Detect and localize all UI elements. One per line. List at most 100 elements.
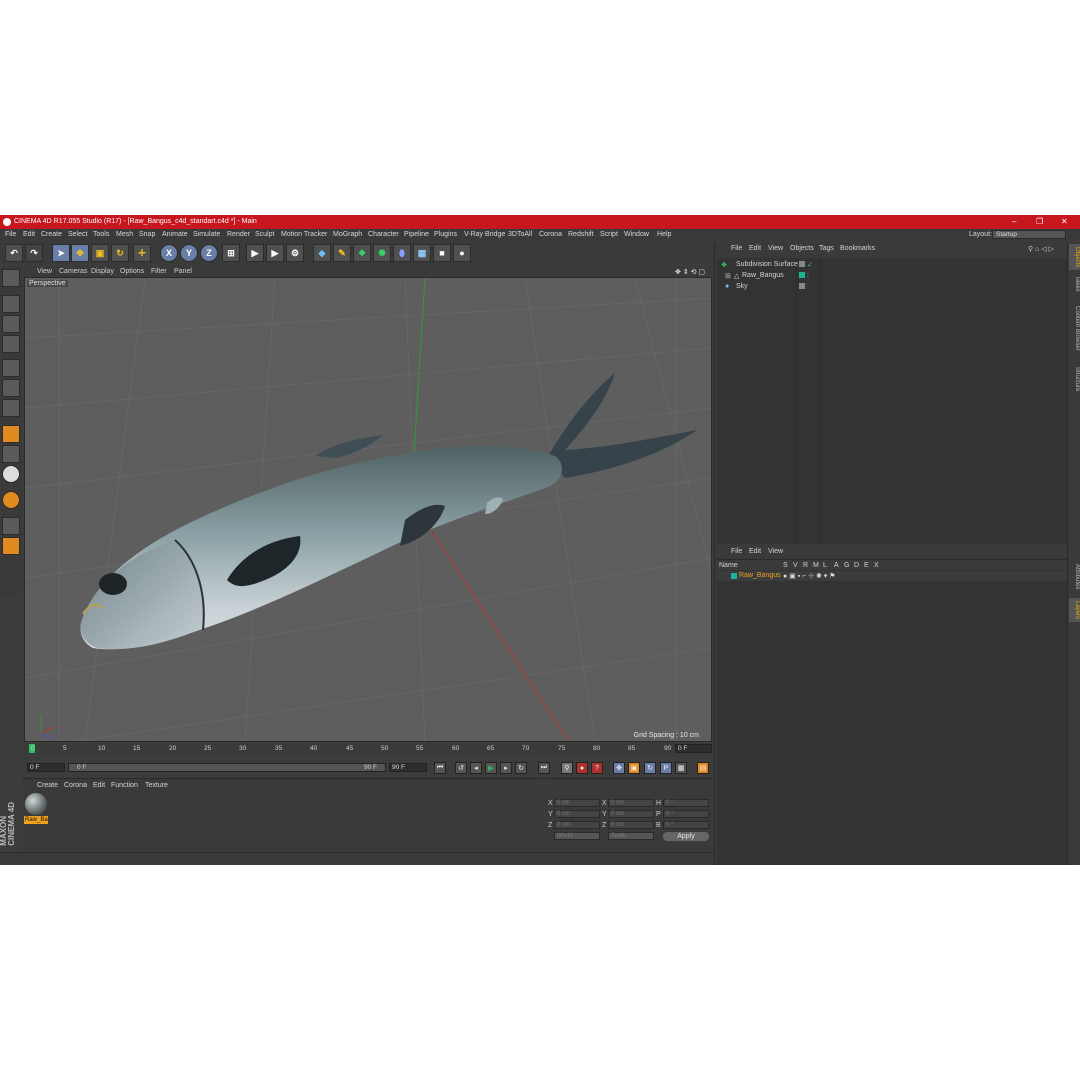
goto-start-icon[interactable]: ⏮ (434, 762, 446, 774)
tab-attributes[interactable]: Attributes (1069, 560, 1080, 594)
cube-primitive-icon[interactable]: ◆ (313, 244, 331, 262)
om-menu-view[interactable]: View (768, 245, 783, 252)
object-row-sky[interactable]: ● Sky : (717, 281, 1068, 292)
vp-menu-panel[interactable]: Panel (174, 268, 192, 275)
prev-frame-icon[interactable]: ◂ (470, 762, 482, 774)
tab-objects[interactable]: Objects (1069, 244, 1080, 270)
expand-toggle-icon[interactable]: ⊞ (725, 272, 731, 280)
menu-render[interactable]: Render (227, 231, 250, 238)
menu-corona[interactable]: Corona (539, 231, 562, 238)
select-tool-icon[interactable]: ➤ (52, 244, 70, 262)
om-menu-edit[interactable]: Edit (749, 245, 761, 252)
render-view-icon[interactable]: ▶ (246, 244, 264, 262)
vp-menu-view[interactable]: View (37, 268, 52, 275)
vp-menu-display[interactable]: Display (91, 268, 114, 275)
polygons-mode-icon[interactable] (2, 399, 20, 417)
menu-window[interactable]: Window (624, 231, 649, 238)
layer-color-swatch[interactable] (731, 573, 737, 579)
coord-rot-h-field[interactable]: 0 ° (663, 799, 709, 807)
coordinate-system-icon[interactable]: ⊞ (222, 244, 240, 262)
menu-vray-bridge[interactable]: V-Ray Bridge (464, 231, 505, 238)
perspective-viewport[interactable]: Perspective Grid Spacing : 10 cm (24, 277, 712, 742)
menu-tools[interactable]: Tools (93, 231, 109, 238)
layer-color-swatch[interactable] (799, 272, 805, 278)
menu-simulate[interactable]: Simulate (193, 231, 220, 238)
tab-takes[interactable]: Takes (1069, 274, 1080, 294)
points-mode-icon[interactable] (2, 359, 20, 377)
menu-mesh[interactable]: Mesh (116, 231, 133, 238)
menu-motion-tracker[interactable]: Motion Tracker (281, 231, 327, 238)
layer-color-swatch[interactable] (799, 283, 805, 289)
tweak-mode-icon[interactable] (2, 445, 20, 463)
vp-menu-cameras[interactable]: Cameras (59, 268, 87, 275)
viewport-navigation-icons[interactable]: ✥ ⇕ ⟲ ▢ (675, 268, 705, 276)
visibility-dots-icon[interactable]: : (807, 272, 809, 279)
menu-sculpt[interactable]: Sculpt (255, 231, 274, 238)
menu-file[interactable]: File (5, 231, 16, 238)
key-pla-icon[interactable]: ▦ (675, 762, 687, 774)
layer-flag-icons[interactable]: ● ▣ ▪ ⌐ ⊹ ✺ ▾ ⚑ (783, 572, 836, 580)
rotate-tool-icon[interactable]: ↻ (111, 244, 129, 262)
coord-pos-x-field[interactable]: 0 cm (554, 799, 600, 807)
menu-pipeline[interactable]: Pipeline (404, 231, 429, 238)
workplane-mode-icon[interactable] (2, 335, 20, 353)
key-scale-icon[interactable]: ▣ (628, 762, 640, 774)
model-mode-icon[interactable] (2, 295, 20, 313)
start-frame-field[interactable]: 0 F (27, 763, 65, 772)
goto-end-icon[interactable]: ⏭ (538, 762, 550, 774)
material-thumbnail[interactable] (25, 793, 47, 815)
tab-structure[interactable]: Structure (1069, 362, 1080, 396)
light-icon[interactable]: ● (453, 244, 471, 262)
mat-menu-corona[interactable]: Corona (64, 782, 87, 789)
layout-dropdown[interactable]: Startup (992, 230, 1066, 239)
menu-character[interactable]: Character (368, 231, 399, 238)
maximize-button[interactable]: ❐ (1036, 217, 1043, 226)
minimize-button[interactable]: – (1012, 217, 1016, 226)
cloner-icon[interactable]: ✺ (373, 244, 391, 262)
render-settings-icon[interactable]: ⚙ (286, 244, 304, 262)
y-axis-lock-icon[interactable]: Y (180, 244, 198, 262)
coord-size-x-field[interactable]: 0 cm (608, 799, 654, 807)
workplane-lock-icon[interactable] (2, 491, 20, 509)
timeline-window-icon[interactable]: ▤ (697, 762, 709, 774)
om-menu-objects[interactable]: Objects (790, 245, 814, 252)
locked-workplane-icon[interactable] (2, 517, 20, 535)
tab-content-browser[interactable]: Content Browser (1069, 298, 1080, 358)
visibility-dots-icon[interactable]: : (807, 283, 809, 290)
coord-pos-y-field[interactable]: 0 cm (554, 810, 600, 818)
camera-icon[interactable]: ■ (433, 244, 451, 262)
om-menu-bookmarks[interactable]: Bookmarks (840, 245, 875, 252)
undo-icon[interactable]: ↶ (5, 244, 23, 262)
snap-icon[interactable] (2, 465, 20, 483)
menu-snap[interactable]: Snap (139, 231, 155, 238)
menu-help[interactable]: Help (657, 231, 671, 238)
last-tool-icon[interactable]: ✛ (133, 244, 151, 262)
layer-name[interactable]: Raw_Bangus (739, 572, 781, 579)
lm-menu-file[interactable]: File (731, 548, 742, 555)
edges-mode-icon[interactable] (2, 379, 20, 397)
coord-rot-b-field[interactable]: 0 ° (663, 821, 709, 829)
next-frame-icon[interactable]: ▸ (500, 762, 512, 774)
mat-menu-create[interactable]: Create (37, 782, 58, 789)
coord-size-y-field[interactable]: 0 cm (608, 810, 654, 818)
coord-rot-p-field[interactable]: 0 ° (663, 810, 709, 818)
vp-menu-options[interactable]: Options (120, 268, 144, 275)
axis-mode-icon[interactable] (2, 425, 20, 443)
spline-pen-icon[interactable]: ✎ (333, 244, 351, 262)
move-tool-icon[interactable]: ✥ (71, 244, 89, 262)
om-search-icon[interactable]: ⚲ ⌂ ◁ ▷ (1028, 245, 1054, 253)
menu-select[interactable]: Select (68, 231, 87, 238)
mat-menu-texture[interactable]: Texture (145, 782, 168, 789)
menu-animate[interactable]: Animate (162, 231, 188, 238)
mat-menu-edit[interactable]: Edit (93, 782, 105, 789)
menu-mograph[interactable]: MoGraph (333, 231, 362, 238)
scale-tool-icon[interactable]: ▣ (91, 244, 109, 262)
deformer-icon[interactable]: ⬮ (393, 244, 411, 262)
end-frame-field[interactable]: 90 F (389, 763, 427, 772)
coord-scale-dropdown[interactable]: Scale (608, 832, 654, 840)
subdivision-surface-icon[interactable]: ❖ (353, 244, 371, 262)
enabled-check-icon[interactable]: ✓ (807, 261, 813, 269)
coord-pos-z-field[interactable]: 0 cm (554, 821, 600, 829)
menu-3dtoall[interactable]: 3DToAll (508, 231, 532, 238)
layer-row[interactable]: Raw_Bangus ● ▣ ▪ ⌐ ⊹ ✺ ▾ ⚑ (717, 571, 1068, 581)
